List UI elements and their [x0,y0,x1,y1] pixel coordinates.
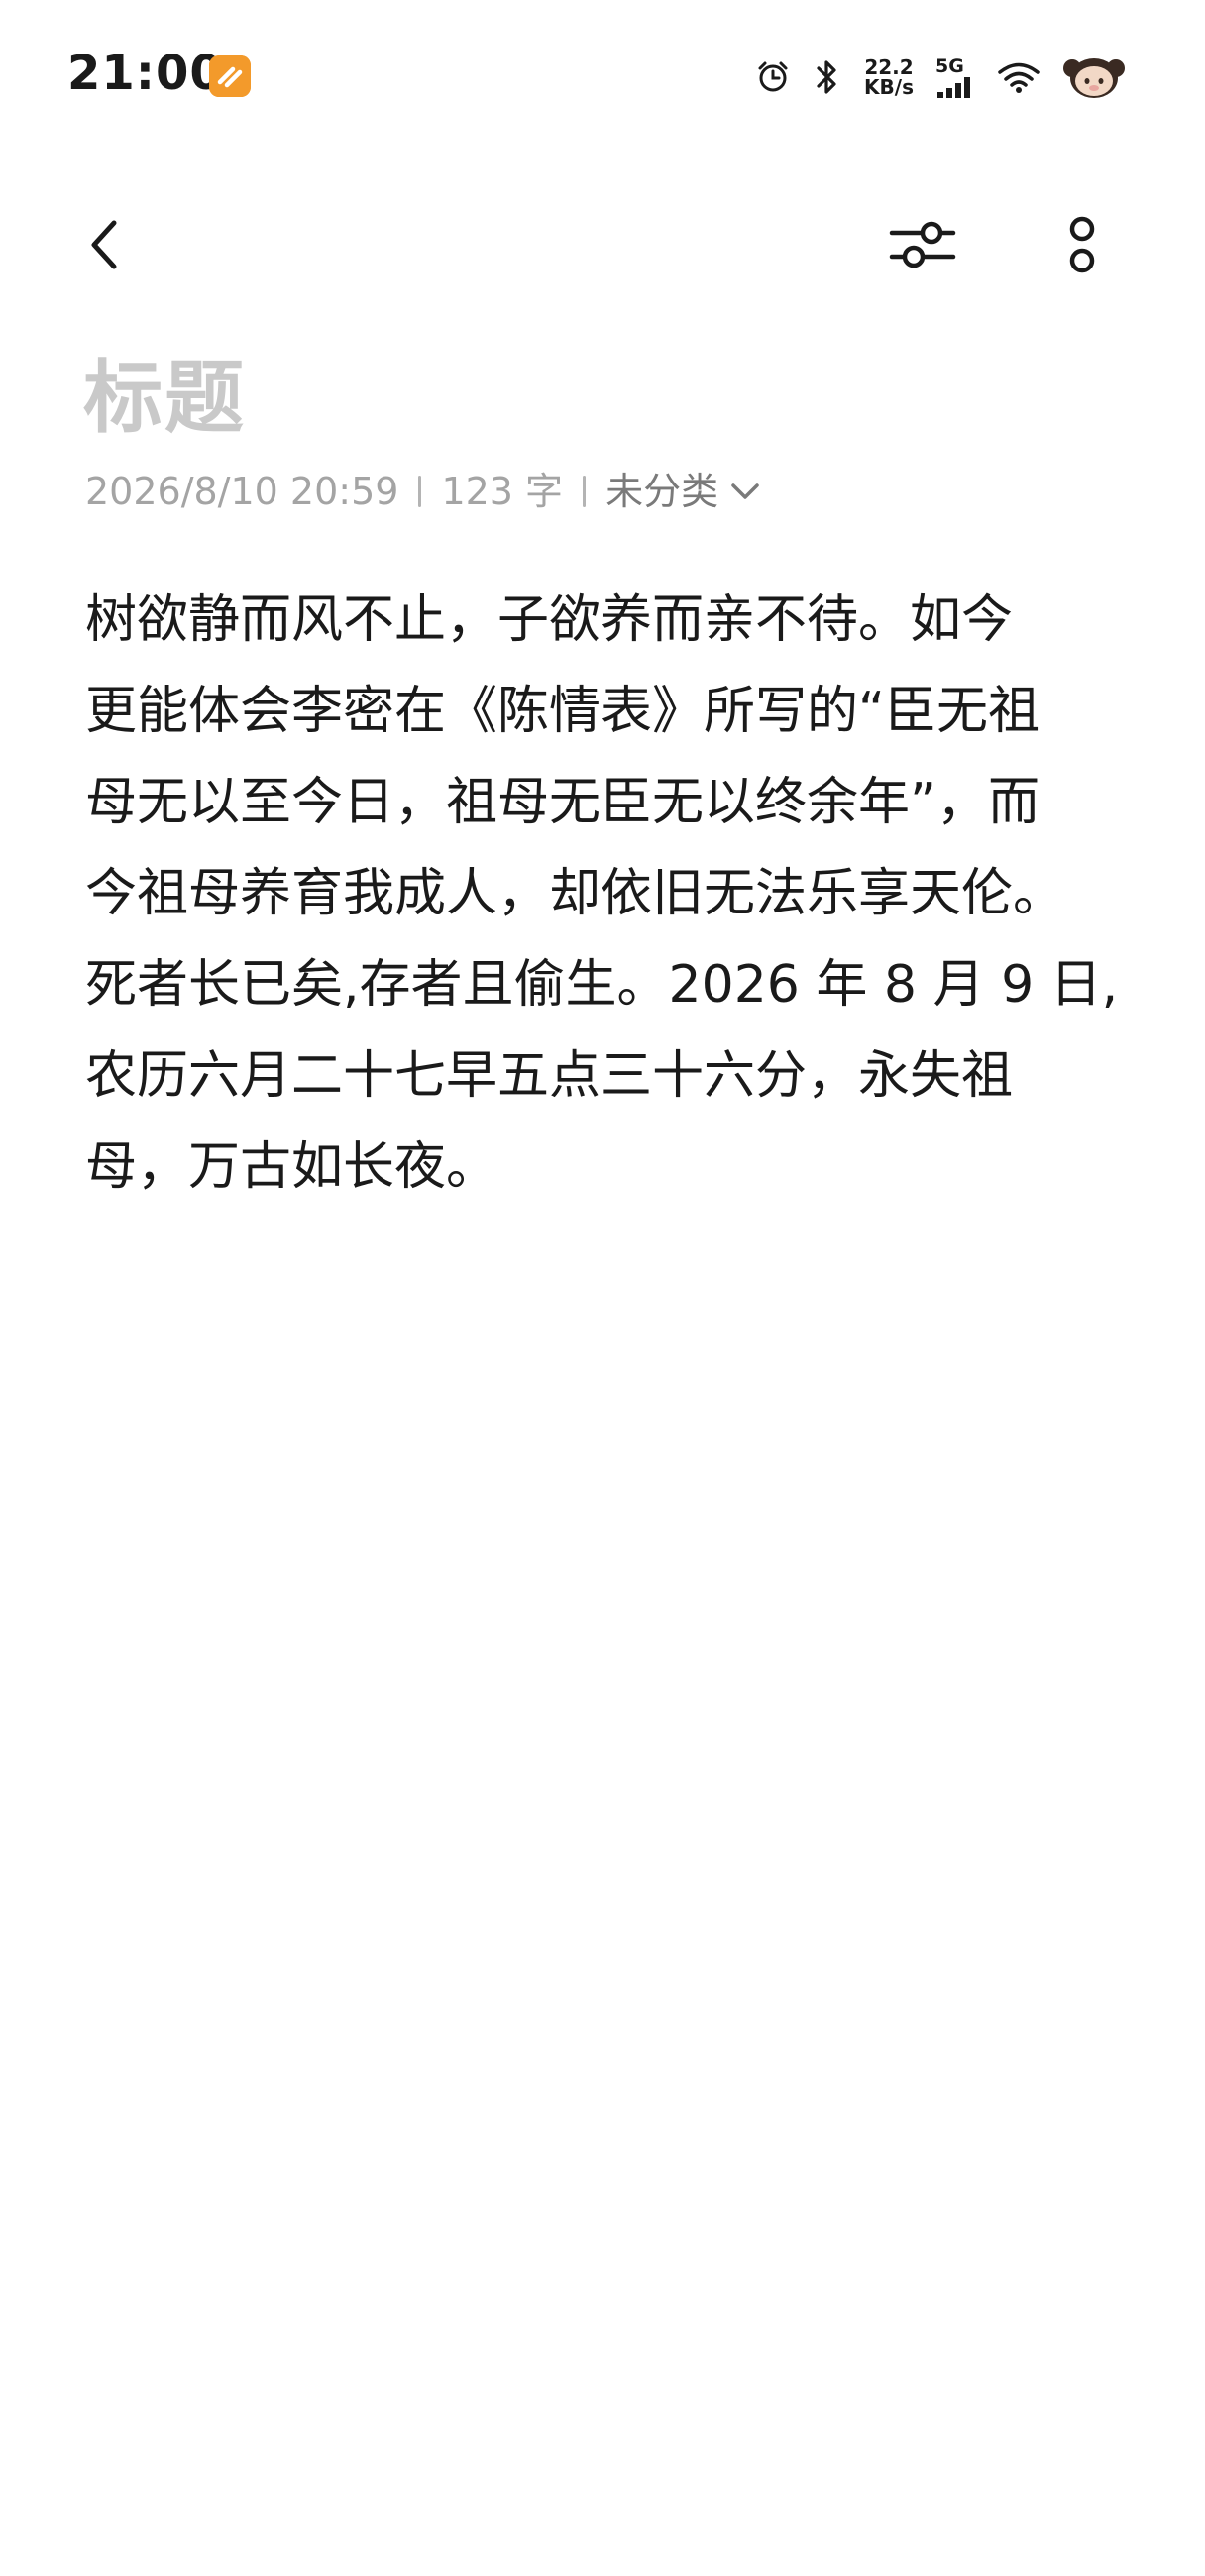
meta-divider [418,476,422,507]
network-speed: 22.2 KB/s [864,57,914,97]
signal-icon [937,77,970,98]
note-body-line: 农历六月二十七早五点三十六分，永失祖 [85,1046,1014,1106]
note-body-line: 更能体会李密在《陈情表》所写的“臣无祖 [85,682,1040,741]
app-notification-icon [209,55,251,97]
avatar-icon [1062,54,1126,100]
note-datetime: 2026/8/10 20:59 [85,470,399,513]
note-meta: 2026/8/10 20:59 123 字 未分类 [85,466,760,517]
wifi-icon [997,60,1041,94]
status-icons: 22.2 KB/s 5G [755,48,1126,107]
status-bar: 21:00 22.2 KB/s 5G [0,0,1205,149]
sliders-icon [889,221,956,268]
network-speed-unit: KB/s [864,75,914,99]
network-type: 5G [935,55,964,77]
note-body-editor[interactable]: 树欲静而风不止，子欲养而亲不待。如今 更能体会李密在《陈情表》所写的“臣无祖 母… [85,575,1136,1213]
bluetooth-icon [813,57,842,97]
note-body-line: 母，万古如长夜。 [85,1137,498,1197]
note-body-line: 母无以至今日，祖母无臣无以终余年”，而 [85,773,1040,832]
note-body-line: 树欲静而风不止，子欲养而亲不待。如今 [85,590,1014,650]
note-title-input[interactable]: 标题 [83,349,246,448]
category-dropdown[interactable]: 未分类 [605,466,760,517]
note-body-line: 死者长已矣,存者且偷生。2026 年 8 月 9 日, [85,955,1119,1015]
status-time: 21:00 [67,46,224,101]
cellular-signal: 5G [935,56,975,98]
note-word-count: 123 字 [441,470,564,513]
meta-divider [583,476,587,507]
category-label: 未分类 [605,470,719,513]
network-speed-value: 22.2 [864,55,914,79]
more-vertical-icon [1069,216,1095,273]
more-options-button[interactable] [1050,200,1114,289]
note-toolbar [0,188,1205,297]
chevron-left-icon [91,220,117,269]
alarm-icon [755,59,791,95]
note-body-line: 今祖母养育我成人，却依旧无法乐享天伦。 [85,864,1065,923]
format-settings-button[interactable] [885,210,960,279]
back-button[interactable] [69,210,139,279]
chevron-down-icon [731,483,759,499]
